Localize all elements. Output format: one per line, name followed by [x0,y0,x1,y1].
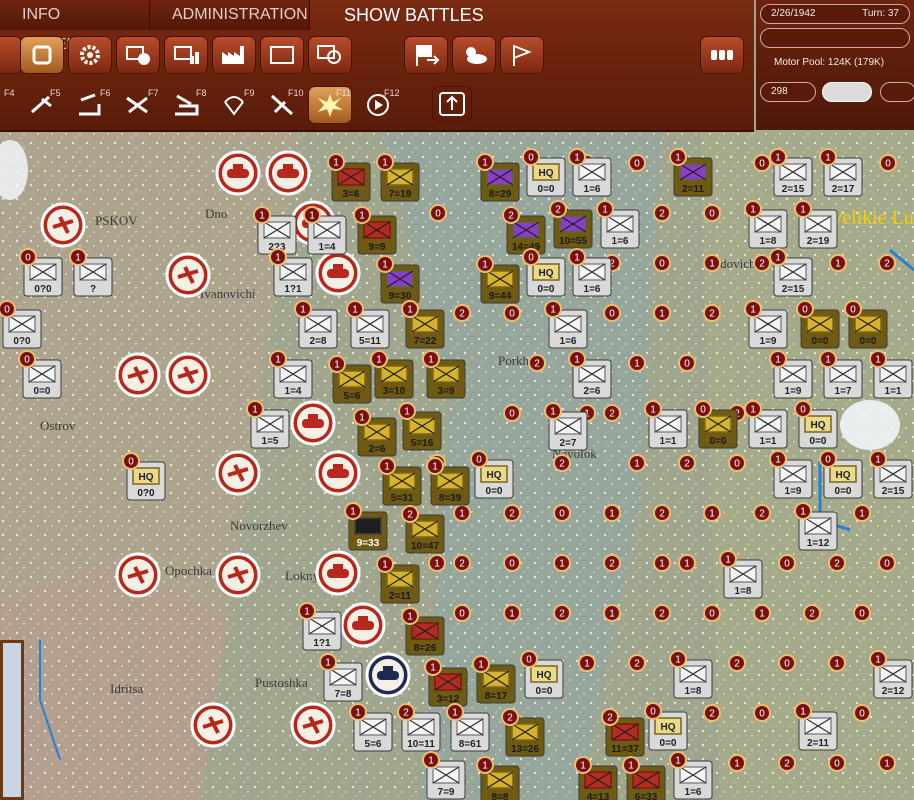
value-pill: 298 [760,82,816,102]
fkey-f10: F10 [288,88,304,98]
fkey-f11: F11 [336,88,351,98]
tab-administration[interactable]: ADMINISTRATION [150,0,310,30]
fkey-f4: F4 [4,88,15,98]
zoom-button[interactable] [308,36,352,74]
motor-pool-label: Motor Pool: 124K (179K) [774,57,885,68]
production-button[interactable] [164,36,208,74]
fkey-f6: F6 [100,88,111,98]
flag-button[interactable] [500,36,544,74]
factory-button[interactable] [212,36,256,74]
extra-pill [880,82,914,102]
place-label: Pustoshka [255,675,308,690]
place-label: Novorzhev [230,518,288,533]
fkey-f12: F12 [384,88,400,98]
flag-move-button[interactable] [404,36,448,74]
place-label: Dno [205,206,227,221]
tab-info-screens[interactable]: INFO SCREENS [0,0,150,53]
date-label: 2/26/1942 [771,8,816,19]
up-arrow-box-icon [439,92,465,116]
supply-icon [126,46,150,65]
place-label: Idritsa [110,681,143,696]
place-label: Loknya [285,568,325,583]
place-label: Ostrov [40,418,76,433]
weather-button[interactable] [452,36,496,74]
mini-map[interactable] [0,640,24,800]
gear-icon [80,45,100,65]
place-label: PSKOV [95,213,138,228]
counters-icon [711,50,733,60]
fkey-f5: F5 [50,88,61,98]
message-pill [760,28,910,48]
fkey-f8: F8 [196,88,207,98]
settings-button[interactable] [68,36,112,74]
upload-button[interactable] [432,86,472,122]
fkey-f7: F7 [148,88,159,98]
flag-icon [513,45,532,66]
unit-mode-button[interactable] [20,36,64,74]
place-label: Porkhov [498,353,543,368]
factory-icon [222,46,244,64]
turn-label: Turn: 37 [862,8,899,19]
supply-button[interactable] [116,36,160,74]
frame-icon [270,46,294,64]
status-panel: 2/26/1942 Turn: 37 Motor Pool: 124K (179… [756,0,914,130]
partial-button[interactable] [0,36,22,74]
counter-stack-button[interactable] [700,36,744,74]
place-label: Navolok [552,446,597,461]
zoom-icon [317,45,341,64]
fkey-f9: F9 [244,88,255,98]
place-label: Dedovichi [705,256,760,271]
toolbar: INFO SCREENS ADMINISTRATION SHOW BATTLES [0,0,754,132]
place-label: Opochka [165,563,212,578]
date-turn-readout: 2/26/1942 Turn: 37 [760,4,910,24]
enemy-city-label: Velikie Luki [830,207,914,229]
tab-show-battles[interactable]: SHOW BATTLES [322,0,506,30]
flag-arrow-icon [416,45,440,66]
place-label: Ivanovichi [200,286,256,301]
chart-icon [174,46,199,64]
unit-mode-icon [32,45,52,65]
weather-icon [466,47,487,64]
toggle-slider[interactable] [822,82,872,102]
frame-button[interactable] [260,36,304,74]
